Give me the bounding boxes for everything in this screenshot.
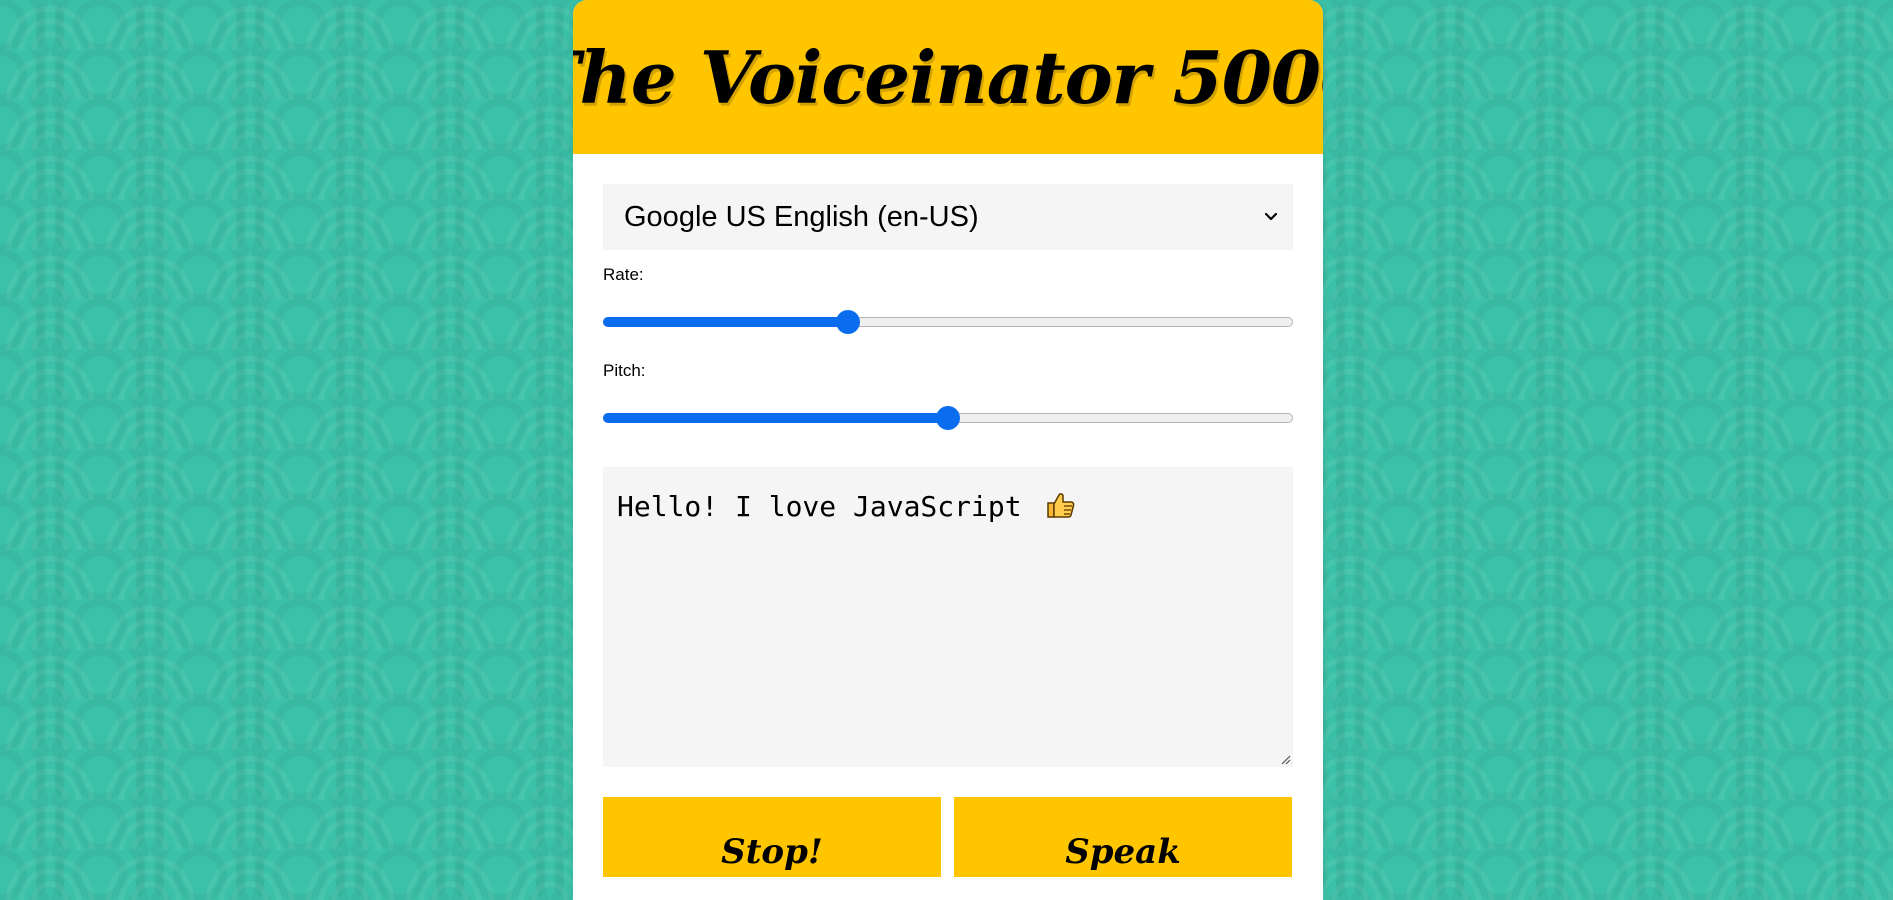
rate-slider-fill <box>603 317 849 327</box>
message-text: Hello! I love JavaScript <box>617 490 1022 523</box>
resize-grip-icon[interactable] <box>1279 753 1291 765</box>
button-row: Stop! Speak <box>603 797 1293 877</box>
rate-slider[interactable] <box>603 310 1293 334</box>
pitch-slider-fill <box>603 413 948 423</box>
voice-select-value: Google US English (en-US) <box>624 200 979 233</box>
header: The Voiceinator 5000 <box>573 0 1323 154</box>
rate-slider-thumb[interactable] <box>836 310 861 334</box>
chevron-down-icon <box>1264 212 1278 221</box>
voiceinator-panel: The Voiceinator 5000 Google US English (… <box>573 0 1323 900</box>
pitch-label: Pitch: <box>603 361 646 380</box>
stop-button[interactable]: Stop! <box>603 797 941 877</box>
pitch-slider[interactable] <box>603 406 1293 430</box>
voice-select[interactable]: Google US English (en-US) <box>603 184 1293 250</box>
message-textarea[interactable]: Hello! I love JavaScript <box>603 467 1293 767</box>
controls: Google US English (en-US) Rate: Pitch: H… <box>573 154 1323 877</box>
rate-label: Rate: <box>603 265 644 284</box>
speak-button[interactable]: Speak <box>954 797 1292 877</box>
thumbs-up-icon <box>1047 493 1075 518</box>
pitch-slider-thumb[interactable] <box>936 406 960 430</box>
page-title: The Voiceinator 5000 <box>573 34 1323 120</box>
